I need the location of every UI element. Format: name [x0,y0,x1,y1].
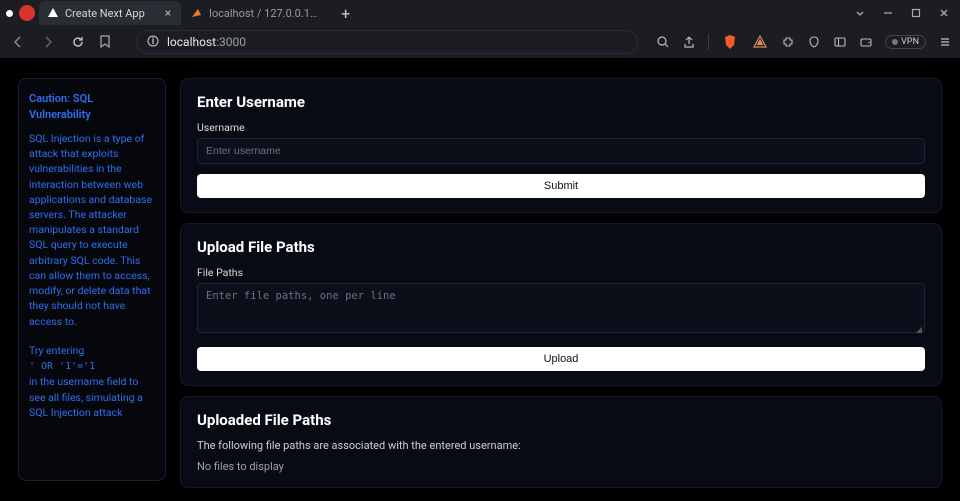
maximize-icon[interactable] [910,7,922,19]
results-heading: Uploaded File Paths [197,411,925,429]
page-content: Caution: SQL Vulnerability SQL Injection… [0,58,960,501]
leo-icon[interactable] [807,35,821,49]
tab-create-next-app[interactable]: Create Next App × [39,1,181,25]
menu-icon[interactable] [938,35,952,49]
sidebar-code: ' OR '1'='1 [29,361,95,372]
wallet-icon[interactable] [859,35,873,49]
tabbar-left-icons [6,5,35,21]
upload-button[interactable]: Upload [197,347,925,371]
vpn-status-dot-icon [892,39,898,45]
brave-logo-icon [19,5,35,21]
tab-title: localhost / 127.0.0.1 / moveit / user... [209,7,319,20]
username-label: Username [197,121,925,134]
filepaths-label: File Paths [197,266,925,279]
vpn-button[interactable]: VPN [885,35,926,49]
new-tab-button[interactable]: + [331,4,360,23]
tab-dropdown-icon[interactable] [854,7,866,19]
upload-card: Upload File Paths File Paths ◢ Upload [180,223,942,386]
back-button[interactable] [8,32,28,52]
username-card: Enter Username Username Submit [180,78,942,213]
site-info-icon[interactable] [147,35,159,50]
submit-button[interactable]: Submit [197,174,925,198]
results-empty: No files to display [197,460,925,473]
toolbar-right: VPN [656,33,952,51]
address-bar[interactable]: localhost:3000 [136,30,638,54]
filepaths-textarea[interactable] [197,283,925,333]
share-icon[interactable] [682,35,696,49]
forward-button[interactable] [38,32,58,52]
browser-toolbar: localhost:3000 VPN [0,26,960,58]
reload-button[interactable] [68,32,88,52]
tab-phpmyadmin[interactable]: localhost / 127.0.0.1 / moveit / user... [183,1,329,25]
results-desc: The following file paths are associated … [197,439,925,452]
bookmark-icon[interactable] [98,33,112,52]
window-controls [854,7,960,19]
tab-title: Create Next App [65,7,145,20]
username-heading: Enter Username [197,93,925,111]
sidebar-try: Try entering ' OR '1'='1 in the username… [29,343,155,420]
zoom-icon[interactable] [656,35,670,49]
notification-dot-icon [6,10,13,17]
results-card: Uploaded File Paths The following file p… [180,396,942,488]
close-window-icon[interactable] [938,7,950,19]
vpn-label: VPN [901,37,919,47]
browser-tab-bar: Create Next App × localhost / 127.0.0.1 … [0,0,960,26]
brave-rewards-icon[interactable] [751,33,769,51]
phpmyadmin-favicon-icon [191,7,203,19]
brave-shield-icon[interactable] [721,33,739,51]
url-text: localhost:3000 [167,35,246,49]
upload-heading: Upload File Paths [197,238,925,256]
sidebar-toggle-icon[interactable] [833,35,847,49]
minimize-icon[interactable] [882,7,894,19]
nextjs-favicon-icon [47,7,59,19]
toolbar-divider [708,34,709,50]
main-column: Enter Username Username Submit Upload Fi… [180,78,942,481]
extensions-icon[interactable] [781,35,795,49]
vulnerability-sidebar: Caution: SQL Vulnerability SQL Injection… [18,78,166,481]
tab-close-icon[interactable]: × [165,7,171,19]
username-input[interactable] [197,138,925,164]
sidebar-body: SQL Injection is a type of attack that e… [29,131,155,329]
sidebar-heading: Caution: SQL Vulnerability [29,91,155,123]
